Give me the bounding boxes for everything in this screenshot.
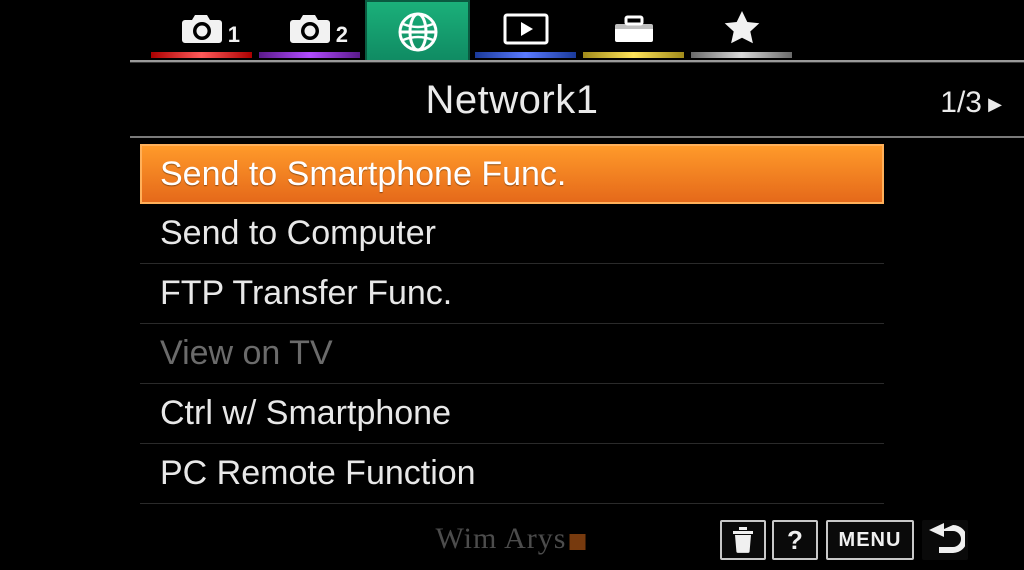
tab-badge-1: 1	[228, 22, 240, 48]
menu-item-ctrl-smartphone[interactable]: Ctrl w/ Smartphone	[140, 384, 884, 444]
tab-playback[interactable]	[473, 0, 578, 58]
menu-item-ftp-transfer[interactable]: FTP Transfer Func.	[140, 264, 884, 324]
star-icon	[721, 9, 763, 49]
toolbox-icon	[611, 12, 657, 46]
menu-item-label: FTP Transfer Func.	[160, 274, 452, 313]
menu-item-label: Ctrl w/ Smartphone	[160, 394, 451, 433]
menu-button-label: MENU	[839, 529, 902, 552]
tab-camera-1[interactable]: 1	[149, 0, 254, 58]
help-label: ?	[787, 525, 803, 556]
menu-item-pc-remote[interactable]: PC Remote Function	[140, 444, 884, 504]
camera-icon	[179, 12, 225, 46]
page-counter: 1/3	[940, 86, 982, 120]
menu-item-label: Send to Computer	[160, 214, 436, 253]
tab-badge-2: 2	[336, 22, 348, 48]
menu-item-send-to-smartphone[interactable]: Send to Smartphone Func.	[140, 144, 884, 204]
back-arrow-icon	[925, 521, 965, 559]
camera-icon	[287, 12, 333, 46]
tab-network[interactable]	[365, 0, 470, 62]
delete-button[interactable]	[720, 520, 766, 560]
tab-camera-2[interactable]: 2	[257, 0, 362, 58]
top-tab-bar: 1 2	[0, 0, 1024, 72]
menu-item-send-to-computer[interactable]: Send to Computer	[140, 204, 884, 264]
menu-list: Send to Smartphone Func. Send to Compute…	[140, 144, 884, 504]
back-button[interactable]	[922, 520, 968, 560]
globe-icon	[396, 10, 440, 54]
menu-button[interactable]: MENU	[826, 520, 914, 560]
page-next-indicator[interactable]: ▶	[988, 94, 1002, 115]
playback-icon	[502, 12, 550, 46]
help-button[interactable]: ?	[772, 520, 818, 560]
camera-menu-screen: 1 2	[0, 0, 1024, 570]
title-row: Network1 1/3 ▶	[0, 78, 1024, 136]
menu-item-label: Send to Smartphone Func.	[160, 155, 566, 194]
menu-item-view-on-tv: View on TV	[140, 324, 884, 384]
page-title: Network1	[426, 78, 599, 123]
footer-bar: ? MENU	[0, 510, 1024, 570]
tab-toolbox[interactable]	[581, 0, 686, 58]
menu-item-label: PC Remote Function	[160, 454, 476, 493]
tab-favorites[interactable]	[689, 0, 794, 58]
menu-item-label: View on TV	[160, 334, 333, 373]
trash-icon	[732, 527, 754, 553]
